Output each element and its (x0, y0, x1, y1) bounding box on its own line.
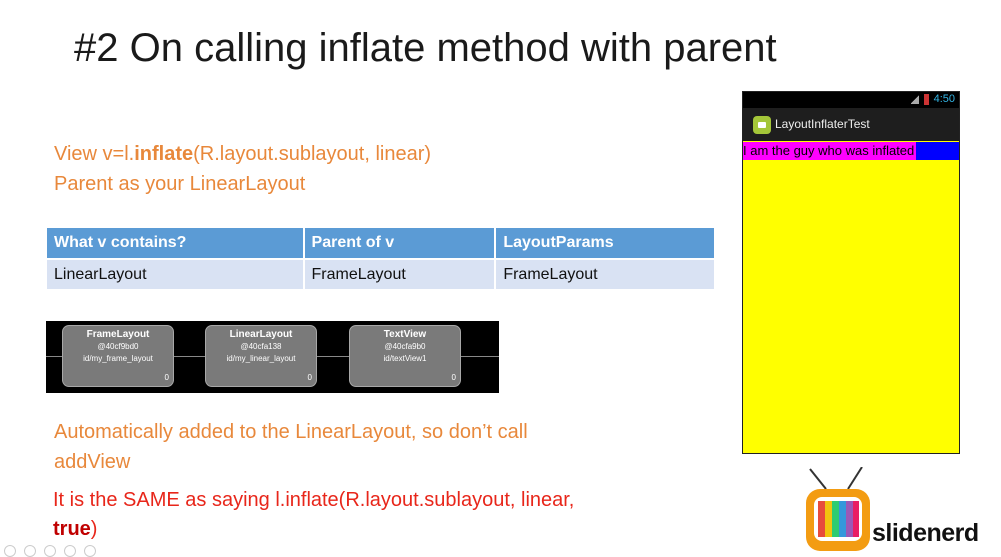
battery-icon (924, 94, 929, 105)
node-name: FrameLayout (86, 329, 150, 340)
tv-logo-icon (806, 467, 870, 551)
table-header: LayoutParams (495, 228, 716, 259)
code-prefix: View v=l. (54, 143, 135, 165)
same-end: ) (90, 518, 98, 540)
android-icon (753, 116, 771, 134)
code-line: View v=l.inflate(R.layout.sublayout, lin… (54, 143, 431, 166)
node-count: 0 (451, 373, 456, 382)
table-cell: FrameLayout (303, 258, 497, 289)
table-cell: FrameLayout (495, 258, 716, 289)
slide-next-button[interactable] (44, 545, 56, 557)
same-line-2: true) (53, 518, 97, 541)
table-cell: LinearLayout (47, 258, 305, 289)
node-addr: @40cfa9b0 (384, 342, 426, 351)
node-id: id/textView1 (383, 354, 427, 363)
inflated-text: I am the guy who was inflated (743, 142, 917, 160)
code-args: (R.layout.sublayout, linear) (193, 143, 432, 165)
auto-line-2: addView (54, 451, 131, 473)
node-name: TextView (383, 329, 427, 340)
hierarchy-node-linear[interactable]: LinearLayout @40cfa138 id/my_linear_layo… (205, 325, 317, 387)
slide-zoom-button[interactable] (84, 545, 96, 557)
table-header: What v contains? (47, 228, 305, 259)
table-row: LinearLayout FrameLayout FrameLayout (47, 258, 716, 289)
slide-title: #2 On calling inflate method with parent (74, 26, 777, 70)
node-addr: @40cf9bd0 (97, 342, 139, 351)
signal-icon (911, 95, 919, 104)
same-bold: true (53, 518, 91, 540)
phone-screen: 4:50 LayoutInflaterTest I am the guy who… (742, 91, 960, 454)
slide-prev-button[interactable] (4, 545, 16, 557)
hierarchy-node-textview[interactable]: TextView @40cfa9b0 id/textView1 0 (349, 325, 461, 387)
same-line-1: It is the SAME as saying l.inflate(R.lay… (53, 489, 575, 511)
node-name: LinearLayout (229, 329, 293, 340)
linear-layout-row: I am the guy who was inflated (743, 142, 959, 160)
brand-name: slidenerd (872, 519, 979, 547)
parent-line: Parent as your LinearLayout (54, 173, 306, 195)
slide-pen-button[interactable] (64, 545, 76, 557)
hierarchy-viewer: FrameLayout @40cf9bd0 id/my_frame_layout… (46, 321, 499, 393)
action-bar: LayoutInflaterTest (743, 108, 959, 141)
status-bar: 4:50 (743, 92, 959, 108)
code-method: inflate (134, 143, 194, 165)
slide-play-button[interactable] (24, 545, 36, 557)
hierarchy-node-frame[interactable]: FrameLayout @40cf9bd0 id/my_frame_layout… (62, 325, 174, 387)
info-table: What v contains? Parent of v LayoutParam… (47, 228, 716, 289)
status-time: 4:50 (933, 93, 955, 105)
node-count: 0 (307, 373, 312, 382)
node-count: 0 (164, 373, 169, 382)
node-addr: @40cfa138 (240, 342, 282, 351)
node-id: id/my_frame_layout (83, 354, 153, 363)
app-title: LayoutInflaterTest (775, 117, 870, 131)
node-id: id/my_linear_layout (226, 354, 296, 363)
table-header-row: What v contains? Parent of v LayoutParam… (47, 228, 716, 259)
auto-line-1: Automatically added to the LinearLayout,… (54, 421, 528, 443)
table-header: Parent of v (303, 228, 497, 259)
